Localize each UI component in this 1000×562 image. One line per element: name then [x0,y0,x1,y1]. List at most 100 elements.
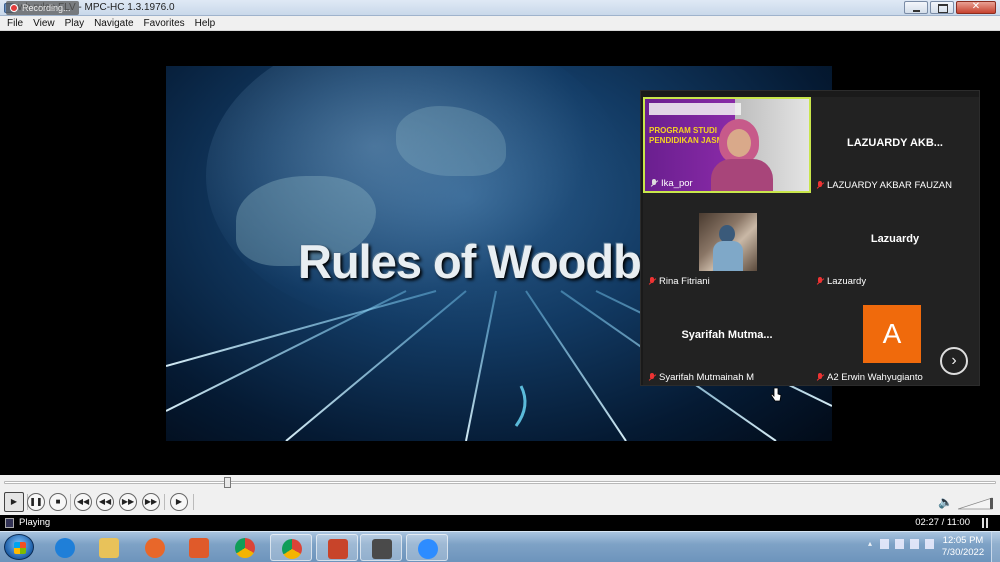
volume-slider[interactable] [958,496,994,510]
participant-display-name: Syarifah Mutma... [681,329,773,341]
battery-icon[interactable] [925,539,934,549]
participant-photo [699,213,757,271]
seek-bar[interactable] [0,475,1000,489]
action-center-icon[interactable] [880,539,889,549]
play-icon[interactable]: ▶ [4,492,24,512]
signal-icon [982,518,994,528]
chevron-right-icon[interactable]: › [940,347,968,375]
zoom-gallery-panel[interactable]: PROGRAM STUDI PENDIDIKAN JASM Ika_por LA… [640,90,980,386]
hand-cursor-icon [770,387,782,402]
stop-icon[interactable]: ■ [49,493,67,511]
slide-text-line1: PROGRAM STUDI [649,126,717,135]
seek-track[interactable] [4,481,996,484]
participant-name: A2 Erwin Wahyugianto [827,372,923,383]
file-explorer-icon [99,538,119,558]
time-readout[interactable]: 02:27 / 11:00 [915,517,970,528]
participant-tile[interactable]: Rina Fitriani [643,193,811,289]
recording-label: Recording... [22,3,71,13]
person-body [711,159,773,191]
playback-toolbar: ▶ ❚❚ ■ ◀◀ ◀◀ ▶▶ ▶▶ ▶ 🔈 [0,489,1000,515]
file-status-icon [5,518,14,528]
taskbar-app-button[interactable] [134,534,176,561]
speaker-icon[interactable] [910,539,919,549]
toolbar-separator [70,494,71,510]
start-button[interactable] [4,534,34,560]
taskbar-app-button[interactable] [406,534,448,561]
avatar: A [863,305,921,363]
participant-display-name: LAZUARDY AKB... [847,137,943,149]
recording-indicator[interactable]: Recording... [6,1,79,15]
video-title-text: Rules of Woodb [298,235,642,288]
menu-file[interactable]: File [2,16,28,30]
participant-name: Ika_por [661,178,693,189]
participant-tile[interactable]: LAZUARDY AKB... LAZUARDY AKBAR FAUZAN [811,97,979,193]
slide-text-line2: PENDIDIKAN JASM [649,136,724,145]
taskbar-app-button[interactable] [316,534,358,561]
muted-mic-icon [816,373,824,382]
playback-status: Playing [19,517,51,528]
frame-step-icon[interactable]: ▶ [170,493,188,511]
person-face [727,129,751,157]
taskbar-app-button[interactable] [360,534,402,561]
taskbar-app-button[interactable] [178,534,220,561]
rewind-icon[interactable]: ◀◀ [96,493,114,511]
taskbar: ▴ 12:05 PM 7/30/2022 [0,531,1000,562]
participant-label: LAZUARDY AKBAR FAUZAN [816,180,952,191]
clock-date: 7/30/2022 [941,547,985,558]
taskbar-app-button[interactable] [224,534,266,561]
menu-bar: File View Play Navigate Favorites Help [0,16,1000,31]
participant-tile[interactable]: Lazuardy Lazuardy [811,193,979,289]
skip-forward-icon[interactable]: ▶▶ [142,493,160,511]
show-desktop-button[interactable] [991,532,1000,562]
close-button[interactable] [956,1,996,14]
maximize-button[interactable] [930,1,954,14]
participant-name: Rina Fitriani [659,276,710,287]
muted-mic-icon [648,277,656,286]
pin-icon [650,179,658,188]
minimize-button[interactable] [904,1,928,14]
forward-icon[interactable]: ▶▶ [119,493,137,511]
video-area[interactable]: Rules of Woodb PROGRAM STUDI PENDIDIKAN … [0,31,1000,475]
muted-mic-icon [648,373,656,382]
participant-label: Syarifah Mutmainah M [648,372,754,383]
clock[interactable]: 12:05 PM 7/30/2022 [938,535,988,559]
participant-name: LAZUARDY AKBAR FAUZAN [827,180,952,191]
photo-person-body [713,241,743,271]
slide-header [649,103,741,115]
participant-tile[interactable]: PROGRAM STUDI PENDIDIKAN JASM Ika_por [643,97,811,193]
participant-label: Rina Fitriani [648,276,710,287]
participant-label: A2 Erwin Wahyugianto [816,372,923,383]
muted-mic-icon [816,181,824,190]
participant-tile[interactable]: Syarifah Mutma... Syarifah Mutmainah M [643,289,811,385]
system-tray: ▴ [868,539,934,549]
status-bar: Playing 02:27 / 11:00 [0,515,1000,531]
clock-time: 12:05 PM [942,535,984,546]
chrome-profile-icon [282,539,302,559]
taskbar-app-button[interactable] [44,534,86,561]
pause-icon[interactable]: ❚❚ [27,493,45,511]
participant-display-name: Lazuardy [870,233,920,245]
seek-thumb[interactable] [223,477,231,488]
menu-navigate[interactable]: Navigate [89,16,138,30]
zoom-icon [418,539,438,559]
powerpoint-icon [328,539,348,559]
firefox-icon [145,538,165,558]
record-icon [10,4,18,12]
tray-expand-icon[interactable]: ▴ [868,539,874,549]
internet-explorer-icon [55,538,75,558]
taskbar-app-button[interactable] [88,534,130,561]
menu-play[interactable]: Play [60,16,89,30]
participant-label: Lazuardy [816,276,866,287]
volume-icon[interactable]: 🔈 [938,495,953,509]
menu-help[interactable]: Help [190,16,221,30]
skip-back-icon[interactable]: ◀◀ [74,493,92,511]
menu-favorites[interactable]: Favorites [139,16,190,30]
media-player-icon [189,538,209,558]
mpc-hc-icon [372,539,392,559]
title-bar: wb rules.FLV - MPC-HC 1.3.1976.0 Recordi… [0,0,1000,16]
windows-logo-icon [14,542,26,554]
network-icon[interactable] [895,539,904,549]
muted-mic-icon [816,277,824,286]
taskbar-app-button[interactable] [270,534,312,561]
menu-view[interactable]: View [28,16,60,30]
